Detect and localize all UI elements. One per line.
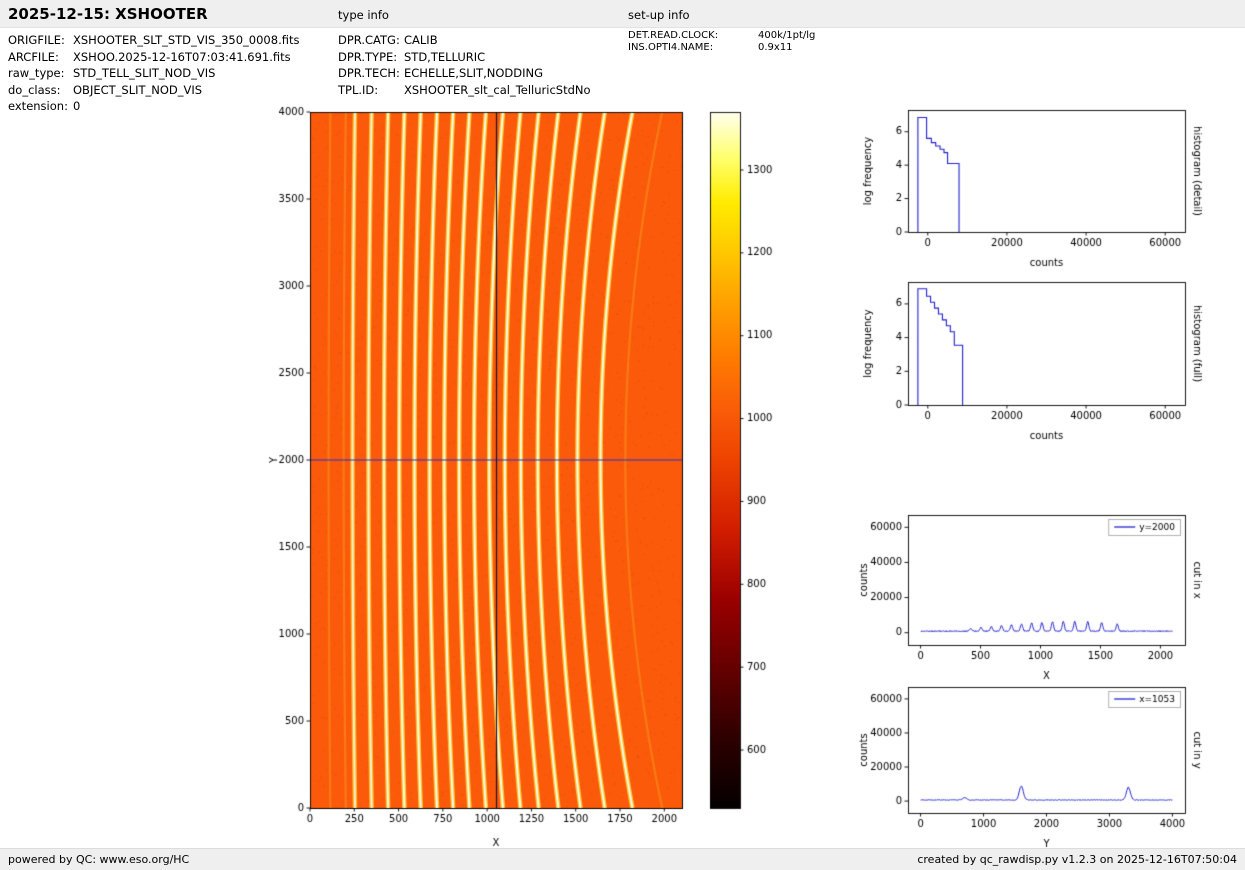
setup-info-heading: set-up info <box>628 8 690 22</box>
field-label: extension: <box>8 98 73 115</box>
echelle-image-plot <box>255 95 695 860</box>
colorbar <box>700 95 790 860</box>
field-arcfile: ARCFILE: XSHOO.2025-12-16T07:03:41.691.f… <box>8 49 299 66</box>
field-value: 0 <box>73 98 80 115</box>
field-raw-type: raw_type: STD_TELL_SLIT_NOD_VIS <box>8 65 299 82</box>
field-ins-opti4-name: INS.OPTI4.NAME: 0.9x11 <box>628 42 815 54</box>
field-dpr-type: DPR.TYPE: STD,TELLURIC <box>338 49 591 66</box>
field-value: STD_TELL_SLIT_NOD_VIS <box>73 65 215 82</box>
field-label: ORIGFILE: <box>8 32 73 49</box>
field-label: do_class: <box>8 82 73 99</box>
header-bar: 2025-12-15: XSHOOTER type info set-up in… <box>0 0 1245 28</box>
field-dpr-catg: DPR.CATG: CALIB <box>338 32 591 49</box>
histogram-detail-plot <box>850 100 1245 280</box>
field-label: raw_type: <box>8 65 73 82</box>
histogram-full-plot <box>850 272 1245 452</box>
field-value: OBJECT_SLIT_NOD_VIS <box>73 82 202 99</box>
field-value: XSHOO.2025-12-16T07:03:41.691.fits <box>73 49 291 66</box>
field-value: 400k/1pt/lg <box>758 30 815 42</box>
field-label: DPR.TYPE: <box>338 49 404 66</box>
page-title: 2025-12-15: XSHOOTER <box>8 5 208 23</box>
field-value: ECHELLE,SLIT,NODDING <box>404 65 543 82</box>
field-label: DPR.CATG: <box>338 32 404 49</box>
field-value: XSHOOTER_SLT_STD_VIS_350_0008.fits <box>73 32 299 49</box>
field-dpr-tech: DPR.TECH: ECHELLE,SLIT,NODDING <box>338 65 591 82</box>
cut-in-y-plot <box>850 677 1245 848</box>
field-origfile: ORIGFILE: XSHOOTER_SLT_STD_VIS_350_0008.… <box>8 32 299 49</box>
setup-info-block: DET.READ.CLOCK: 400k/1pt/lg INS.OPTI4.NA… <box>628 30 815 53</box>
field-det-read-clock: DET.READ.CLOCK: 400k/1pt/lg <box>628 30 815 42</box>
type-info-block: DPR.CATG: CALIB DPR.TYPE: STD,TELLURIC D… <box>338 32 591 98</box>
field-label: DET.READ.CLOCK: <box>628 30 758 42</box>
field-label: INS.OPTI4.NAME: <box>628 42 758 54</box>
footer-bar: powered by QC: www.eso.org/HC created by… <box>0 848 1245 870</box>
type-info-heading: type info <box>338 8 389 22</box>
field-label: ARCFILE: <box>8 49 73 66</box>
field-label: DPR.TECH: <box>338 65 404 82</box>
field-value: 0.9x11 <box>758 42 793 54</box>
cut-in-x-plot <box>850 505 1245 685</box>
qc-report-page: 2025-12-15: XSHOOTER type info set-up in… <box>0 0 1245 870</box>
footer-credit: powered by QC: www.eso.org/HC <box>8 853 189 866</box>
field-value: STD,TELLURIC <box>404 49 485 66</box>
footer-created-by: created by qc_rawdisp.py v1.2.3 on 2025-… <box>917 853 1237 866</box>
field-value: CALIB <box>404 32 438 49</box>
